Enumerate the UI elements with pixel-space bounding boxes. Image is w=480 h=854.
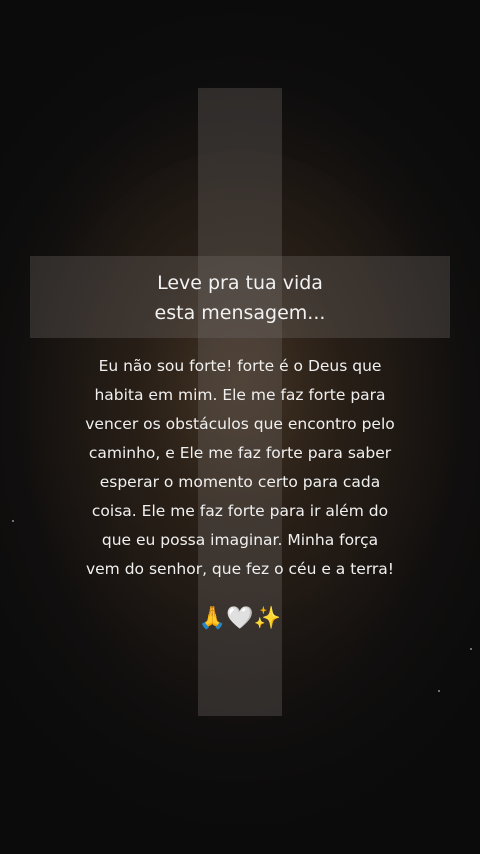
message-line: esperar o momento certo para cada — [99, 473, 381, 491]
headline: Leve pra tua vida esta mensagem... — [0, 268, 480, 328]
story-screen: Leve pra tua vida esta mensagem... Eu nã… — [0, 0, 480, 854]
message-line: que eu possa imaginar. Minha força — [101, 531, 379, 549]
message-line: vem do senhor, que fez o céu e a terra! — [85, 560, 395, 578]
message-line: habita em mim. Ele me faz forte para — [94, 386, 386, 404]
message-line: coisa. Ele me faz forte para ir além do — [91, 502, 389, 520]
message-line: caminho, e Ele me faz forte para saber — [88, 444, 392, 462]
headline-line: Leve pra tua vida — [157, 272, 323, 294]
star-sparkle — [438, 690, 440, 692]
message-text: Eu não sou forte! forte é o Deus que hab… — [0, 352, 480, 584]
emoji-row: 🙏🤍✨ — [198, 606, 282, 631]
headline-line: esta mensagem... — [154, 302, 326, 324]
star-sparkle — [470, 648, 472, 650]
message-line: vencer os obstáculos que encontro pelo — [85, 415, 395, 433]
message-line: Eu não sou forte! forte é o Deus que — [98, 357, 382, 375]
